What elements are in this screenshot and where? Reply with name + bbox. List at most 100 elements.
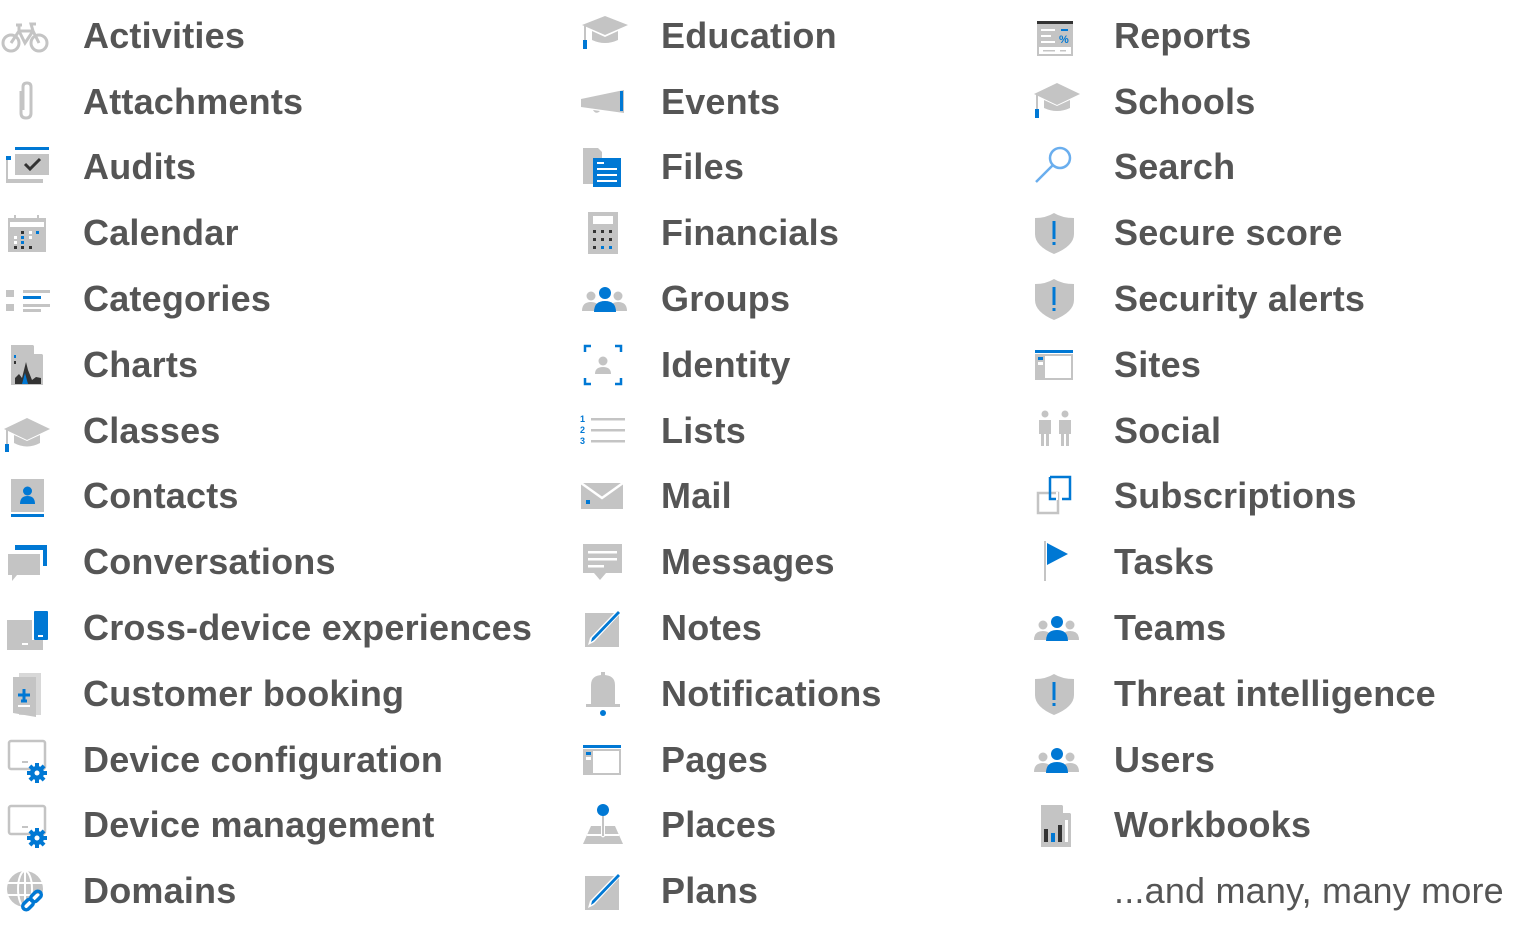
item-label: Social xyxy=(1114,409,1222,451)
more-items-note: ...and many, many more xyxy=(1030,858,1504,924)
item-label: Workbooks xyxy=(1114,804,1312,846)
item-label: Conversations xyxy=(83,541,336,583)
device-gear-icon xyxy=(0,800,50,850)
list-item-users: Users xyxy=(1030,727,1504,793)
shield-alert-icon xyxy=(1030,208,1080,258)
files-icon xyxy=(578,142,628,192)
item-label: Notes xyxy=(661,607,763,649)
item-label: Reports xyxy=(1114,14,1252,56)
more-items-text: ...and many, many more xyxy=(1114,870,1504,912)
list-item-search: Search xyxy=(1030,135,1504,201)
magnifier-icon xyxy=(1030,142,1080,192)
chart-document-icon xyxy=(0,340,50,390)
pen-note-icon xyxy=(578,603,628,653)
audit-checkmark-icon xyxy=(0,142,50,192)
item-label: Activities xyxy=(83,14,246,56)
group-people-icon xyxy=(578,274,628,324)
identity-scan-icon xyxy=(578,340,628,390)
item-label: Charts xyxy=(83,343,199,385)
passport-booking-icon xyxy=(0,669,50,719)
list-item-plans: Plans xyxy=(578,858,882,924)
message-bubble-icon xyxy=(578,537,628,587)
bicycle-icon xyxy=(0,11,50,61)
list-item-device-management: Device management xyxy=(0,793,532,859)
pen-note-icon xyxy=(578,866,628,916)
item-label: Plans xyxy=(661,870,759,912)
bell-icon xyxy=(578,669,628,719)
column-1: Activities Attachments Audits Calendar C… xyxy=(0,3,532,924)
list-item-identity: Identity xyxy=(578,332,882,398)
item-label: Financials xyxy=(661,212,840,254)
list-item-activities: Activities xyxy=(0,3,532,69)
item-label: Contacts xyxy=(83,475,239,517)
item-label: Education xyxy=(661,14,837,56)
svg-text:3: 3 xyxy=(580,436,585,446)
paperclip-icon xyxy=(0,77,50,127)
item-label: Pages xyxy=(661,738,769,780)
list-item-security-alerts: Security alerts xyxy=(1030,266,1504,332)
item-label: Mail xyxy=(661,475,732,517)
graduation-cap-icon xyxy=(0,406,50,456)
item-label: Domains xyxy=(83,870,237,912)
item-label: Audits xyxy=(83,146,197,188)
overlapping-squares-icon xyxy=(1030,471,1080,521)
item-label: Tasks xyxy=(1114,541,1215,583)
calculator-icon xyxy=(578,208,628,258)
shield-alert-icon xyxy=(1030,274,1080,324)
item-label: Lists xyxy=(661,409,747,451)
item-label: Device configuration xyxy=(83,738,444,780)
list-item-lists: 123 Lists xyxy=(578,398,882,464)
list-item-attachments: Attachments xyxy=(0,69,532,135)
list-item-places: Places xyxy=(578,793,882,859)
list-item-customer-booking: Customer booking xyxy=(0,661,532,727)
list-item-audits: Audits xyxy=(0,135,532,201)
list-item-events: Events xyxy=(578,69,882,135)
list-item-device-configuration: Device configuration xyxy=(0,727,532,793)
globe-link-icon xyxy=(0,866,50,916)
list-item-groups: Groups xyxy=(578,266,882,332)
workbook-chart-icon xyxy=(1030,800,1080,850)
list-item-education: Education xyxy=(578,3,882,69)
item-label: Search xyxy=(1114,146,1236,188)
list-item-teams: Teams xyxy=(1030,595,1504,661)
column-3: % Reports Schools Search Secure score Se… xyxy=(1030,3,1504,924)
list-item-threat-intelligence: Threat intelligence xyxy=(1030,661,1504,727)
list-item-sites: Sites xyxy=(1030,332,1504,398)
item-label: Security alerts xyxy=(1114,278,1366,320)
item-label: Notifications xyxy=(661,672,882,714)
list-item-notes: Notes xyxy=(578,595,882,661)
svg-text:2: 2 xyxy=(580,425,585,435)
item-label: Users xyxy=(1114,738,1216,780)
item-label: Messages xyxy=(661,541,835,583)
list-item-domains: Domains xyxy=(0,858,532,924)
group-people-icon xyxy=(1030,735,1080,785)
svg-text:1: 1 xyxy=(580,414,585,424)
contact-card-icon xyxy=(0,471,50,521)
list-item-mail: Mail xyxy=(578,464,882,530)
list-item-calendar: Calendar xyxy=(0,200,532,266)
shield-alert-icon xyxy=(1030,669,1080,719)
list-item-subscriptions: Subscriptions xyxy=(1030,464,1504,530)
list-item-files: Files xyxy=(578,135,882,201)
calendar-icon xyxy=(0,208,50,258)
item-label: Threat intelligence xyxy=(1114,672,1436,714)
map-pin-icon xyxy=(578,800,628,850)
item-label: Categories xyxy=(83,278,272,320)
chat-bubbles-icon xyxy=(0,537,50,587)
laptop-phone-icon xyxy=(0,603,50,653)
list-item-classes: Classes xyxy=(0,398,532,464)
mail-envelope-icon xyxy=(578,471,628,521)
list-item-charts: Charts xyxy=(0,332,532,398)
item-label: Schools xyxy=(1114,80,1256,122)
list-item-secure-score: Secure score xyxy=(1030,200,1504,266)
list-item-reports: % Reports xyxy=(1030,3,1504,69)
list-item-workbooks: Workbooks xyxy=(1030,793,1504,859)
svg-text:%: % xyxy=(1059,34,1069,46)
list-item-financials: Financials xyxy=(578,200,882,266)
list-item-categories: Categories xyxy=(0,266,532,332)
item-label: Customer booking xyxy=(83,672,405,714)
item-label: Subscriptions xyxy=(1114,475,1357,517)
item-label: Groups xyxy=(661,278,791,320)
browser-page-icon xyxy=(1030,340,1080,390)
column-2: Education Events Files Financials Groups… xyxy=(578,3,882,924)
